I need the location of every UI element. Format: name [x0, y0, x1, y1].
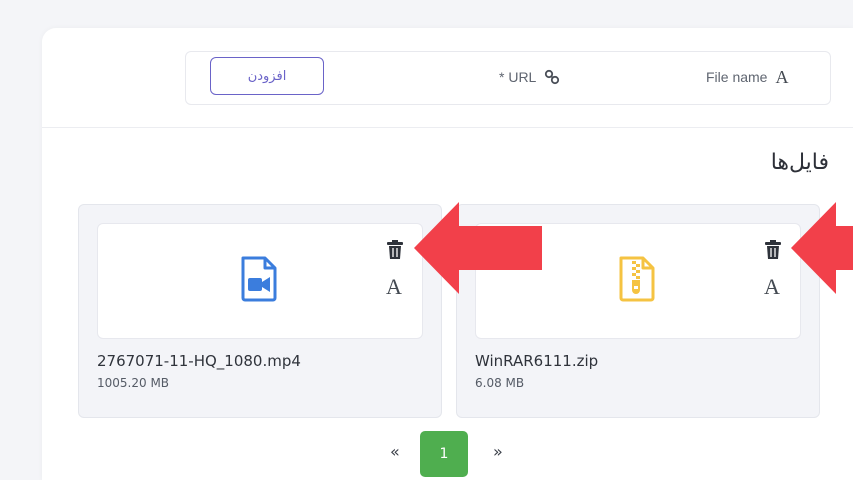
annotation-arrow-icon [791, 202, 853, 294]
link-icon [545, 69, 560, 85]
add-button[interactable]: افزودن [210, 57, 324, 95]
zip-file-icon [619, 256, 655, 302]
section-title: فایل‌ها [770, 150, 829, 175]
pagination-prev[interactable]: « [390, 442, 400, 461]
video-file-icon [241, 256, 277, 302]
annotation-arrow-icon [414, 202, 542, 294]
font-icon: A [775, 67, 789, 87]
rename-icon[interactable]: A [764, 276, 786, 298]
pagination-page-current[interactable]: 1 [420, 431, 468, 477]
file-preview[interactable]: A [97, 223, 423, 339]
divider [42, 127, 853, 128]
file-size: 1005.20 MB [97, 376, 170, 390]
url-field[interactable]: * URL [499, 66, 560, 88]
pagination-next[interactable]: » [493, 442, 503, 461]
file-name-field[interactable]: File name A [706, 66, 788, 88]
file-name: WinRAR6111.zip [475, 352, 599, 370]
file-name: 2767071-11-HQ_1080.mp4 [97, 352, 301, 370]
trash-icon[interactable] [764, 240, 782, 260]
url-label: * URL [499, 69, 537, 85]
file-size: 6.08 MB [475, 376, 525, 390]
add-file-form: افزودن * URL File name A [185, 51, 831, 105]
rename-icon[interactable]: A [386, 276, 408, 298]
file-name-label: File name [706, 69, 768, 85]
file-tile-video: A 2767071-11-HQ_1080.mp4 1005.20 MB [78, 204, 442, 418]
trash-icon[interactable] [386, 240, 404, 260]
